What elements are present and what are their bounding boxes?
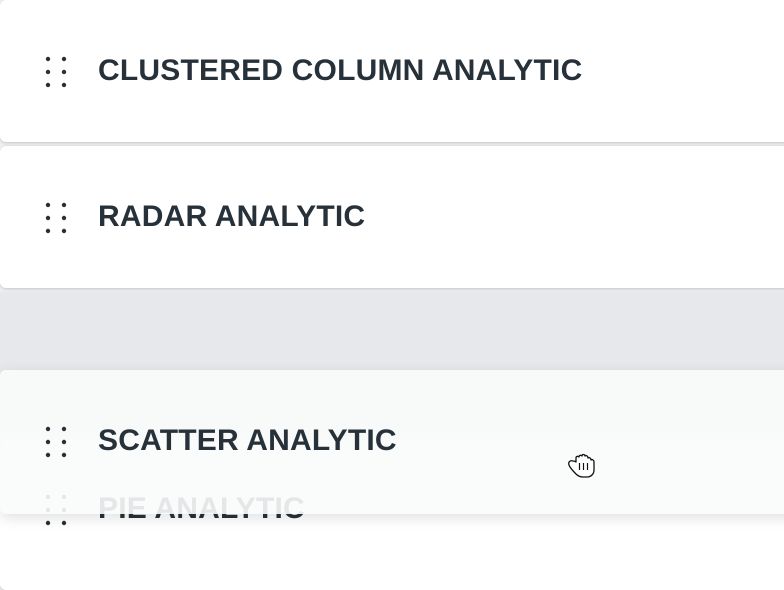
drag-handle-icon[interactable]	[45, 202, 67, 234]
grabbing-hand-icon	[567, 451, 597, 479]
analytics-list: CLUSTERED COLUMN ANALYTIC RADAR ANALYTIC	[0, 0, 784, 590]
list-item-radar-analytic[interactable]: RADAR ANALYTIC	[0, 146, 784, 288]
drag-handle-icon[interactable]	[45, 56, 67, 88]
drag-handle-icon[interactable]	[45, 426, 67, 458]
list-item-label: CLUSTERED COLUMN ANALYTIC	[98, 54, 583, 87]
dragged-list-item-scatter-analytic[interactable]: SCATTER ANALYTIC	[0, 370, 784, 514]
list-item-label: RADAR ANALYTIC	[98, 200, 366, 233]
list-item-clustered-column-analytic[interactable]: CLUSTERED COLUMN ANALYTIC	[0, 0, 784, 142]
list-item-label: SCATTER ANALYTIC	[98, 424, 397, 457]
